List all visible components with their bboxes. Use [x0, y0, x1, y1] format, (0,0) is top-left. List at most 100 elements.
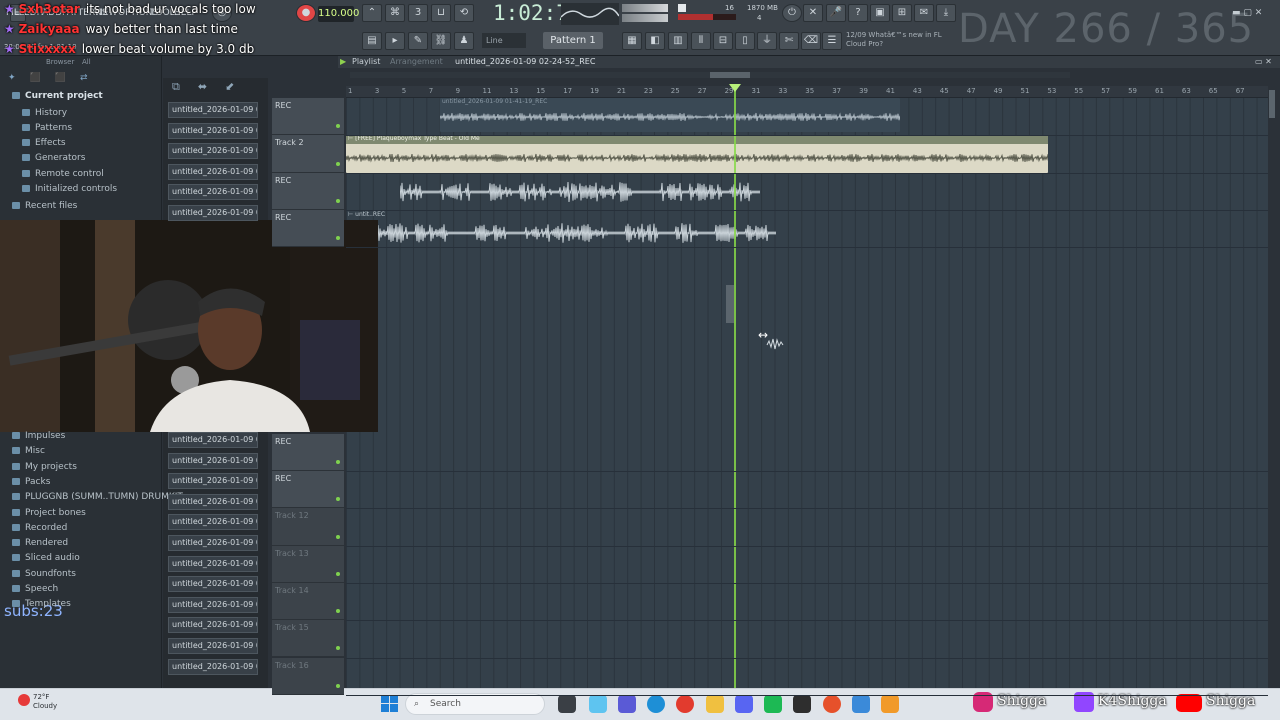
clip-source-item[interactable]: untitled_2026-01-09 01-: [168, 163, 258, 180]
bug-icon[interactable]: ✕: [803, 4, 823, 22]
copilot-icon[interactable]: [589, 695, 607, 713]
download-icon[interactable]: ⤓: [936, 4, 956, 22]
clip-source-item[interactable]: untitled_2026-01-09 01-: [168, 638, 258, 654]
browser-tree-icon[interactable]: ⊟: [713, 32, 733, 50]
browser-item[interactable]: PLUGGNB (SUMM..TUMN) DRUMKIT: [12, 492, 183, 502]
playlist-window-controls[interactable]: ▭ ✕: [1255, 57, 1272, 66]
browser-item[interactable]: Generators: [22, 153, 85, 163]
save-icon[interactable]: ▣: [870, 4, 890, 22]
piano-icon[interactable]: ▥: [668, 32, 688, 50]
track-mute-led[interactable]: [336, 646, 340, 651]
track-header[interactable]: REC: [272, 209, 344, 248]
browser-item[interactable]: Remote control: [22, 169, 104, 179]
clip-source-item[interactable]: untitled_2026-01-09 01-: [168, 617, 258, 634]
edge-icon[interactable]: [647, 695, 665, 713]
playlist-tools[interactable]: ⧉⬌⬋: [172, 80, 260, 94]
countdown-icon[interactable]: 3: [408, 4, 428, 22]
clip-source-item[interactable]: untitled_2026-01-09 01-: [168, 493, 258, 510]
audio-clip-rec-chops-2[interactable]: ⊢ untit..REC: [346, 211, 776, 251]
browser-item[interactable]: Effects: [22, 138, 66, 148]
help-icon[interactable]: ?: [848, 4, 868, 22]
snap-icon[interactable]: ⌃: [362, 4, 382, 22]
chat-icon[interactable]: ✉: [914, 4, 934, 22]
line-mode-select[interactable]: Line: [482, 33, 526, 48]
track-header[interactable]: REC: [272, 98, 344, 136]
track-header[interactable]: REC: [272, 172, 344, 210]
app-icon[interactable]: [764, 695, 782, 713]
plug-icon[interactable]: ⏚: [757, 32, 777, 50]
browser-item[interactable]: Patterns: [22, 123, 72, 133]
track-mute-led[interactable]: [336, 459, 340, 464]
audio-clip-beat[interactable]: ⊢ [FREE] Plaqueboymax Type Beat - Old Me: [346, 135, 1048, 173]
clip-source-item[interactable]: untitled_2026-01-09 01-: [168, 143, 258, 160]
record-button[interactable]: ●: [296, 4, 316, 22]
task-view-icon[interactable]: [558, 695, 576, 713]
tempo-display[interactable]: 110.000: [318, 6, 359, 22]
sync-icon[interactable]: ⏻: [782, 4, 802, 22]
browser-item[interactable]: Initialized controls: [22, 184, 117, 194]
browser-item[interactable]: Project bones: [12, 508, 86, 518]
obs-icon[interactable]: [793, 695, 811, 713]
microphone-icon[interactable]: 🎤: [826, 4, 846, 22]
clip-source-item[interactable]: untitled_2026-01-09 01-: [168, 184, 258, 201]
track-header[interactable]: Track 15: [272, 620, 344, 658]
track-mute-led[interactable]: [336, 534, 340, 539]
track-mute-led[interactable]: [336, 683, 340, 688]
track-header[interactable]: Track 12: [272, 508, 344, 546]
browser-item[interactable]: Current project: [12, 91, 103, 101]
track-header[interactable]: Track 2: [272, 135, 344, 173]
clip-source-item[interactable]: untitled_2026-01-09 01-: [168, 535, 258, 551]
track-mute-led[interactable]: [336, 161, 340, 166]
clip-source-item[interactable]: untitled_2026-01-09 01-: [168, 452, 258, 469]
stamp-icon[interactable]: ♟: [454, 32, 474, 50]
browser-item[interactable]: Speech: [12, 584, 58, 594]
clip-source-item[interactable]: untitled_2026-01-09 01-: [168, 658, 258, 675]
start-windows-icon[interactable]: [381, 695, 398, 712]
step-edit-icon[interactable]: ⊔: [431, 4, 451, 22]
clip-source-item[interactable]: untitled_2026-01-09 01-: [168, 576, 258, 593]
browser-item[interactable]: Templates: [12, 599, 71, 609]
chrome-icon[interactable]: [676, 695, 694, 713]
play-arrow-icon[interactable]: ▸: [385, 32, 405, 50]
track-header[interactable]: REC: [272, 471, 344, 509]
track-mute-led[interactable]: [336, 609, 340, 614]
wait-icon[interactable]: ⌘: [385, 4, 405, 22]
link-icon[interactable]: ⛓: [431, 32, 451, 50]
browser-item[interactable]: Recorded: [12, 523, 67, 533]
horizontal-scrollbar[interactable]: [350, 72, 1070, 78]
browser-toolbar[interactable]: ✦⬛⬛⇄: [8, 73, 158, 83]
vertical-scroll-thumb[interactable]: [726, 285, 734, 323]
clip-source-item[interactable]: untitled_2026-01-09 01-: [168, 514, 258, 531]
clip-source-item[interactable]: untitled_2026-01-09 01-: [168, 205, 258, 221]
track-header[interactable]: Track 14: [272, 582, 344, 621]
store-icon[interactable]: [852, 695, 870, 713]
browser-item[interactable]: Packs: [12, 477, 50, 487]
clip-source-item[interactable]: untitled_2026-01-09 01-: [168, 102, 258, 118]
teams-icon[interactable]: [618, 695, 636, 713]
browser-item[interactable]: Impulses: [12, 431, 65, 441]
browser-icon[interactable]: [823, 695, 841, 713]
file-explorer-icon[interactable]: [706, 695, 724, 713]
piano-roll-icon[interactable]: ▤: [362, 32, 382, 50]
browser-item[interactable]: My projects: [12, 462, 77, 472]
track-mute-led[interactable]: [336, 236, 340, 241]
plugin-icon[interactable]: ⊞: [892, 4, 912, 22]
weather-alert-icon[interactable]: [18, 694, 30, 706]
browser-item[interactable]: Misc: [12, 446, 45, 456]
list-icon[interactable]: ☰: [822, 32, 842, 50]
pattern-selector[interactable]: Pattern 1: [543, 32, 603, 49]
draw-icon[interactable]: ✎: [408, 32, 428, 50]
weather-widget[interactable]: 72°F Cloudy: [33, 693, 57, 711]
track-mute-led[interactable]: [336, 497, 340, 502]
track-mute-led[interactable]: [336, 198, 340, 203]
track-header[interactable]: Track 16: [272, 657, 344, 695]
playhead[interactable]: [734, 86, 736, 688]
playlist-arrangement[interactable]: Arrangement: [390, 57, 443, 66]
track-header[interactable]: Track 13: [272, 545, 344, 583]
track-mute-led[interactable]: [336, 571, 340, 576]
mixer-icon[interactable]: ⫴: [691, 32, 711, 50]
tools-icon[interactable]: ✄: [779, 32, 799, 50]
clip-source-item[interactable]: untitled_2026-01-09 01-: [168, 555, 258, 572]
clip-source-item[interactable]: untitled_2026-01-09 01-: [168, 473, 258, 490]
window-controls[interactable]: ▬ ▢ ✕: [1232, 8, 1262, 18]
